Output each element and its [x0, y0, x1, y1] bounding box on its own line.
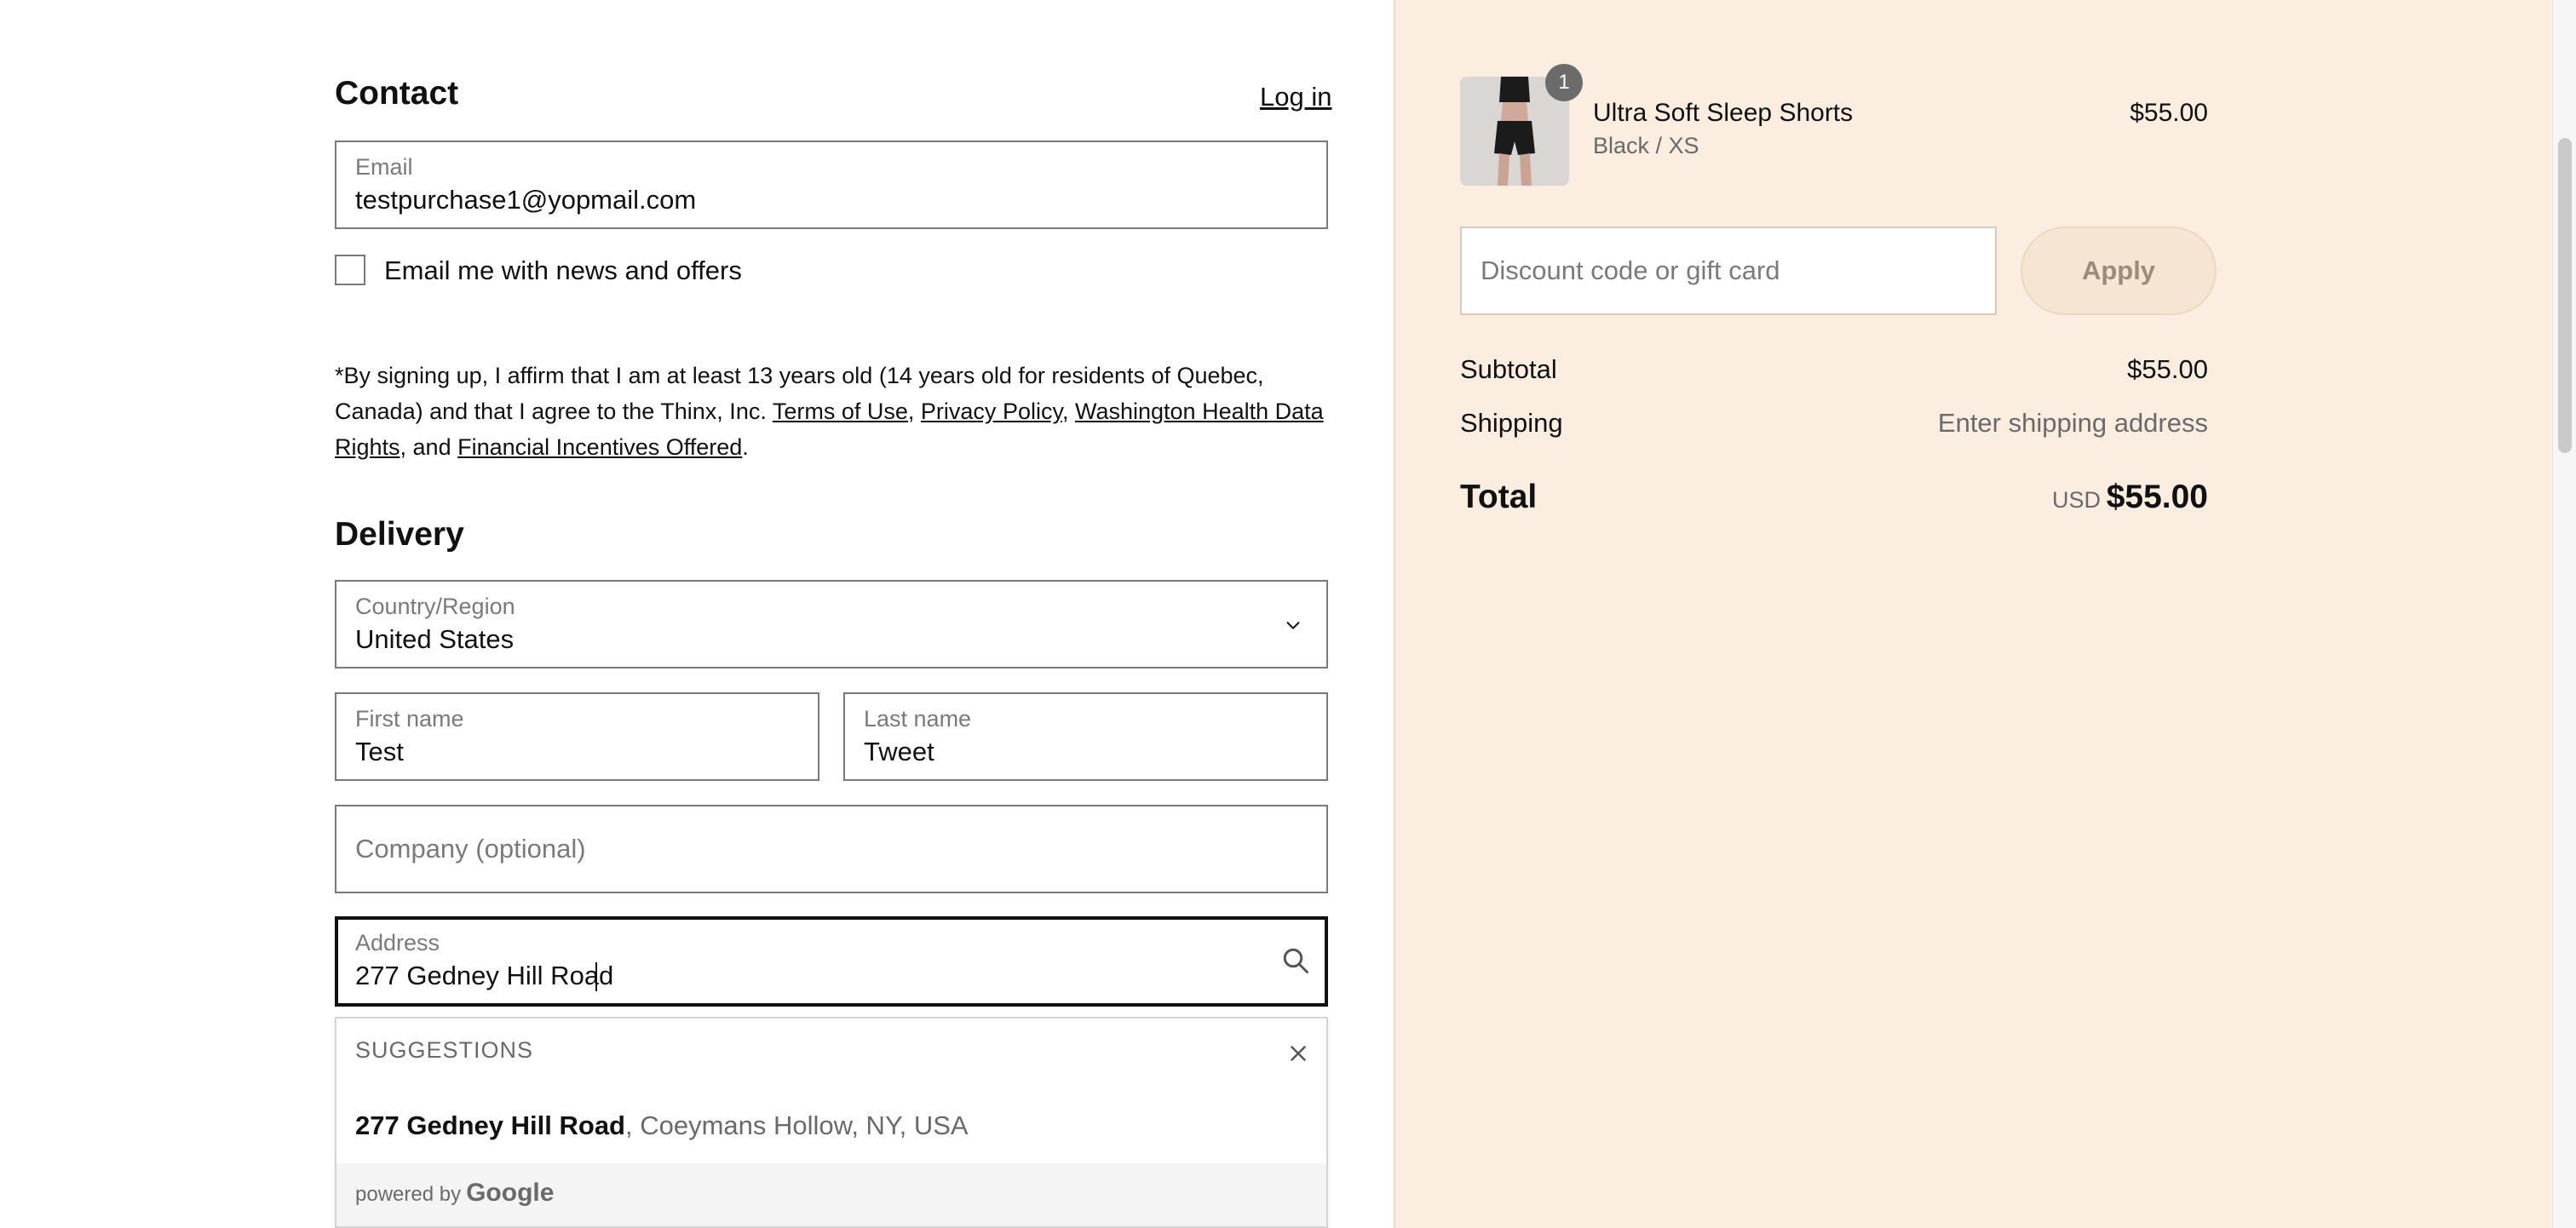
- country-value: United States: [355, 624, 515, 654]
- suggestions-footer: powered by Google: [336, 1163, 1326, 1226]
- shipping-label: Shipping: [1460, 408, 1563, 438]
- product-price: $55.00: [2130, 99, 2208, 127]
- scrollbar-thumb[interactable]: [2558, 138, 2572, 453]
- suggestions-header: SUGGESTIONS: [355, 1037, 534, 1063]
- marketing-checkbox[interactable]: [335, 255, 365, 285]
- first-name-field[interactable]: First name Test: [335, 692, 819, 781]
- order-summary: 1 Ultra Soft Sleep Shorts Black / XS $55…: [1394, 0, 2561, 1228]
- country-label: Country/Region: [355, 594, 515, 619]
- email-field[interactable]: Email testpurchase1@yopmail.com: [335, 141, 1328, 229]
- text-cursor: [595, 962, 597, 991]
- product-name: Ultra Soft Sleep Shorts: [1593, 99, 1854, 127]
- first-name-label: First name: [355, 706, 464, 732]
- page-scrollbar[interactable]: [2552, 0, 2576, 1228]
- privacy-link[interactable]: Privacy Policy: [921, 399, 1062, 424]
- discount-input[interactable]: Discount code or gift card: [1460, 227, 1997, 315]
- total-value: $55.00: [2106, 479, 2208, 515]
- company-placeholder: Company (optional): [355, 834, 586, 864]
- financial-incentives-link[interactable]: Financial Incentives Offered: [457, 434, 742, 460]
- address-label: Address: [355, 930, 440, 955]
- quantity-badge: 1: [1545, 64, 1583, 101]
- delivery-heading: Delivery: [335, 516, 464, 553]
- chevron-down-icon: [1286, 622, 1300, 629]
- checkout-form: Contact Log in Email testpurchase1@yopma…: [0, 0, 1394, 1228]
- address-suggestions: SUGGESTIONS 277 Gedney Hill Road, Coeyma…: [335, 1017, 1328, 1228]
- login-link[interactable]: Log in: [1260, 82, 1331, 112]
- suggestion-rest: , Coeymans Hollow, NY, USA: [625, 1110, 969, 1140]
- search-icon[interactable]: [1280, 945, 1311, 976]
- company-field[interactable]: Company (optional): [335, 805, 1328, 893]
- contact-heading: Contact: [335, 75, 459, 112]
- powered-by: powered by Google: [355, 1179, 554, 1208]
- address-value: 277 Gedney Hill Road: [355, 961, 614, 990]
- apply-button[interactable]: Apply: [2021, 227, 2217, 315]
- currency-code: USD: [2051, 487, 2101, 513]
- first-name-value: Test: [355, 737, 404, 766]
- suggestion-main: 277 Gedney Hill Road: [355, 1110, 625, 1140]
- terms-link[interactable]: Terms of Use: [773, 399, 908, 424]
- close-icon[interactable]: [1285, 1041, 1311, 1066]
- email-label: Email: [355, 154, 413, 180]
- total-label: Total: [1460, 479, 1538, 515]
- email-value: testpurchase1@yopmail.com: [355, 185, 697, 215]
- suggestion-item[interactable]: 277 Gedney Hill Road, Coeymans Hollow, N…: [355, 1110, 969, 1141]
- discount-placeholder: Discount code or gift card: [1481, 255, 1780, 285]
- shipping-value: Enter shipping address: [1937, 408, 2208, 438]
- legal-text: *By signing up, I affirm that I am at le…: [335, 363, 1324, 460]
- subtotal-value: $55.00: [2127, 354, 2208, 384]
- last-name-field[interactable]: Last name Tweet: [843, 692, 1328, 781]
- powered-by-text: powered by: [355, 1183, 462, 1206]
- country-select[interactable]: Country/Region United States: [335, 580, 1328, 669]
- legal-and: , and: [400, 434, 451, 460]
- marketing-checkbox-label: Email me with news and offers: [384, 255, 742, 285]
- last-name-label: Last name: [864, 706, 972, 732]
- last-name-value: Tweet: [864, 737, 934, 766]
- product-variant: Black / XS: [1593, 133, 1699, 158]
- google-logo: Google: [466, 1179, 555, 1207]
- address-field[interactable]: Address 277 Gedney Hill Road: [335, 916, 1328, 1007]
- subtotal-label: Subtotal: [1460, 354, 1557, 384]
